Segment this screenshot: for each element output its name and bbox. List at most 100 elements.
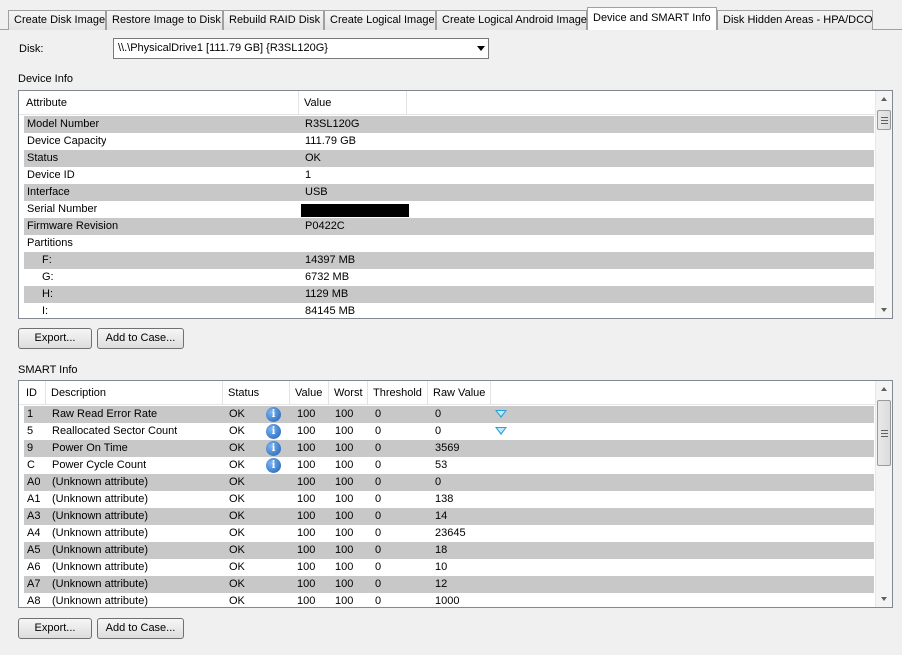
smart-description: (Unknown attribute) [52, 510, 148, 522]
smart-info-list[interactable]: ID Description Status Value Worst Thresh… [18, 380, 893, 608]
disk-label: Disk: [19, 43, 44, 55]
scroll-down-icon[interactable] [881, 308, 887, 312]
smart-id: A7 [27, 578, 41, 590]
smart-value: 100 [297, 493, 316, 505]
smart-threshold: 0 [375, 425, 382, 437]
column-header-description[interactable]: Description [46, 381, 223, 405]
column-header-raw-value[interactable]: Raw Value [428, 381, 491, 405]
table-row[interactable]: A8 (Unknown attribute) OK 100 100 0 1000 [24, 593, 874, 607]
disk-select[interactable]: \\.\PhysicalDrive1 [111.79 GB] {R3SL120G… [113, 38, 489, 59]
attribute-value: P0422C [305, 220, 345, 232]
smart-value: 100 [297, 459, 316, 471]
smart-worst: 100 [335, 544, 354, 556]
list-item[interactable]: Device Capacity 111.79 GB [24, 133, 874, 150]
chevron-down-icon[interactable] [477, 46, 485, 51]
device-info-scrollbar[interactable] [875, 91, 892, 318]
smart-value: 100 [297, 578, 316, 590]
smart-id: A8 [27, 595, 41, 607]
device-info-export-button[interactable]: Export... [18, 328, 92, 349]
attribute-name: Partitions [27, 237, 73, 249]
tab-restore-image-to-disk[interactable]: Restore Image to Disk [106, 10, 223, 30]
table-row[interactable]: C Power Cycle Count OK 100 100 0 53 i [24, 457, 874, 474]
scroll-thumb[interactable] [877, 110, 891, 130]
list-item[interactable]: F: 14397 MB [24, 252, 874, 269]
list-item[interactable]: Interface USB [24, 184, 874, 201]
list-item[interactable]: Firmware Revision P0422C [24, 218, 874, 235]
tab-device-and-smart-info[interactable]: Device and SMART Info [587, 7, 717, 30]
device-info-add-to-case-button[interactable]: Add to Case... [97, 328, 184, 349]
smart-description: (Unknown attribute) [52, 493, 148, 505]
column-header-status[interactable]: Status [223, 381, 290, 405]
list-item[interactable]: Partitions [24, 235, 874, 252]
table-row[interactable]: A0 (Unknown attribute) OK 100 100 0 0 [24, 474, 874, 491]
smart-worst: 100 [335, 578, 354, 590]
info-icon[interactable]: i [266, 458, 281, 473]
smart-info-scrollbar[interactable] [875, 381, 892, 607]
info-icon[interactable]: i [266, 441, 281, 456]
scroll-thumb[interactable] [877, 400, 891, 466]
attribute-value: 6732 MB [305, 271, 350, 283]
smart-raw-value: 53 [435, 459, 448, 471]
smart-id: A5 [27, 544, 41, 556]
smart-value: 100 [297, 595, 316, 607]
smart-description: (Unknown attribute) [52, 578, 148, 590]
tab-create-logical-image[interactable]: Create Logical Image [324, 10, 436, 30]
smart-raw-value: 3569 [435, 442, 460, 454]
column-header-value[interactable]: Value [290, 381, 329, 405]
list-item[interactable]: Device ID 1 [24, 167, 874, 184]
attribute-name: Firmware Revision [27, 220, 119, 232]
table-row[interactable]: A3 (Unknown attribute) OK 100 100 0 14 [24, 508, 874, 525]
list-item[interactable]: H: 1129 MB [24, 286, 874, 303]
scroll-up-icon[interactable] [881, 97, 887, 101]
attribute-name: Device ID [27, 169, 75, 181]
attribute-value: USB [305, 186, 328, 198]
list-item[interactable]: Model Number R3SL120G [24, 116, 874, 133]
smart-status: OK [229, 595, 245, 607]
table-row[interactable]: A1 (Unknown attribute) OK 100 100 0 138 [24, 491, 874, 508]
smart-description: (Unknown attribute) [52, 527, 148, 539]
info-icon[interactable]: i [266, 424, 281, 439]
info-icon[interactable]: i [266, 407, 281, 422]
smart-threshold: 0 [375, 476, 382, 488]
smart-description: (Unknown attribute) [52, 595, 148, 607]
table-row[interactable]: 9 Power On Time OK 100 100 0 3569 i [24, 440, 874, 457]
scroll-up-icon[interactable] [881, 387, 887, 391]
disk-select-value: \\.\PhysicalDrive1 [111.79 GB] {R3SL120G… [118, 42, 328, 54]
table-row[interactable]: A7 (Unknown attribute) OK 100 100 0 12 [24, 576, 874, 593]
smart-info-add-to-case-button[interactable]: Add to Case... [97, 618, 184, 639]
list-item[interactable]: Serial Number [24, 201, 874, 218]
tab-disk-hidden-areas[interactable]: Disk Hidden Areas - HPA/DCO [717, 10, 873, 30]
table-row[interactable]: A5 (Unknown attribute) OK 100 100 0 18 [24, 542, 874, 559]
smart-worst: 100 [335, 561, 354, 573]
list-item[interactable]: Status OK [24, 150, 874, 167]
tab-rebuild-raid-disk[interactable]: Rebuild RAID Disk [223, 10, 324, 30]
table-row[interactable]: A4 (Unknown attribute) OK 100 100 0 23645 [24, 525, 874, 542]
column-header-attribute[interactable]: Attribute [21, 91, 299, 115]
table-row[interactable]: 5 Reallocated Sector Count OK 100 100 0 0 i [24, 423, 874, 440]
column-header-value[interactable]: Value [299, 91, 407, 115]
scroll-down-icon[interactable] [881, 597, 887, 601]
smart-status: OK [229, 510, 245, 522]
smart-status: OK [229, 425, 245, 437]
column-header-id[interactable]: ID [21, 381, 46, 405]
attribute-name: Model Number [27, 118, 100, 130]
device-info-list[interactable]: Attribute Value Model Number R3SL120G De… [18, 90, 893, 319]
smart-worst: 100 [335, 527, 354, 539]
smart-raw-value: 23645 [435, 527, 466, 539]
column-header-worst[interactable]: Worst [329, 381, 368, 405]
table-row[interactable]: 1 Raw Read Error Rate OK 100 100 0 0 i [24, 406, 874, 423]
smart-info-export-button[interactable]: Export... [18, 618, 92, 639]
list-item[interactable]: G: 6732 MB [24, 269, 874, 286]
smart-value: 100 [297, 408, 316, 420]
tab-create-disk-image[interactable]: Create Disk Image [8, 10, 106, 30]
smart-threshold: 0 [375, 578, 382, 590]
tab-create-logical-android-image[interactable]: Create Logical Android Image [436, 10, 587, 30]
smart-info-header: ID Description Status Value Worst Thresh… [19, 381, 875, 405]
table-row[interactable]: A6 (Unknown attribute) OK 100 100 0 10 [24, 559, 874, 576]
smart-status: OK [229, 527, 245, 539]
grip-line [881, 123, 888, 124]
column-header-threshold[interactable]: Threshold [368, 381, 428, 405]
smart-id: A0 [27, 476, 41, 488]
list-item[interactable]: I: 84145 MB [24, 303, 874, 318]
smart-value: 100 [297, 425, 316, 437]
